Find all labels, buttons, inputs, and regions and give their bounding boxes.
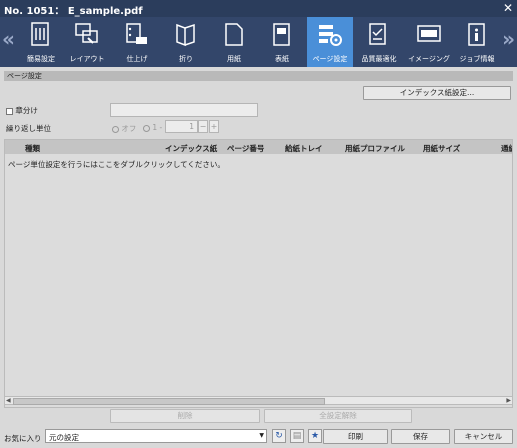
cancel-button[interactable]: キャンセル <box>454 429 513 444</box>
print-button[interactable]: 印刷 <box>323 429 388 444</box>
cover-icon <box>273 23 290 46</box>
scroll-left-arrow-icon[interactable]: ◀ <box>6 397 11 404</box>
radio-off-icon[interactable] <box>112 125 119 133</box>
chapter-checkbox[interactable] <box>6 107 13 115</box>
tab-label: 折り <box>179 55 193 63</box>
column-page-number[interactable]: ページ番号 <box>227 143 264 154</box>
chapter-label: 章分け <box>15 106 38 115</box>
scroll-right-arrow-icon[interactable]: ▶ <box>506 397 511 404</box>
repeat-unit-stepper[interactable]: 1 <box>165 120 198 133</box>
save-favorite-icon[interactable]: ▤ <box>290 429 304 443</box>
table-header: 種類 インデックス紙 ページ番号 給紙トレイ 用紙プロファイル 用紙サイズ 通紙 <box>5 140 512 154</box>
tab-label: ページ設定 <box>312 55 348 63</box>
repeat-radio-one[interactable]: 1 - <box>143 123 162 132</box>
delete-button[interactable]: 削除 <box>110 409 260 423</box>
layout-icon <box>75 23 98 44</box>
scroll-right-icon[interactable]: » <box>502 27 515 51</box>
toolbar: « 簡易設定 レイアウト 仕上げ 折り 用紙 表紙 ページ設定 品質最適化 イメ… <box>0 17 517 67</box>
table-hint: ページ単位設定を行うにはここをダブルクリックしてください。 <box>8 160 225 169</box>
horizontal-scrollbar[interactable]: ◀ ▶ <box>4 396 513 405</box>
radio-off-label: オフ <box>121 124 137 133</box>
scrollbar-thumb[interactable] <box>13 398 325 405</box>
column-paper-profile[interactable]: 用紙プロファイル <box>345 143 405 154</box>
column-index-paper[interactable]: インデックス紙 <box>165 143 217 154</box>
finishing-icon <box>126 23 147 44</box>
save-button[interactable]: 保存 <box>391 429 450 444</box>
fold-icon <box>176 23 195 47</box>
chapter-checkbox-row[interactable]: 章分け <box>6 105 38 116</box>
tab-paper[interactable]: 用紙 <box>211 17 257 67</box>
tab-layout[interactable]: レイアウト <box>64 17 110 67</box>
tab-label: ジョブ情報 <box>459 55 495 63</box>
tab-label: 用紙 <box>227 55 241 63</box>
quality-icon <box>369 23 386 45</box>
chevron-down-icon[interactable]: ▼ <box>259 432 264 439</box>
tab-label: 簡易設定 <box>27 55 55 63</box>
job-info-icon <box>468 23 485 46</box>
paper-icon <box>225 23 243 46</box>
refresh-icon[interactable]: ↻ <box>272 429 286 443</box>
window-title: No. 1051： E_sample.pdf <box>4 6 143 17</box>
section-title: ページ設定 <box>4 71 513 81</box>
tab-imaging[interactable]: イメージング <box>406 17 452 67</box>
scroll-left-icon[interactable]: « <box>2 27 15 51</box>
column-paper-tray[interactable]: 給紙トレイ <box>285 143 323 154</box>
tab-label: 品質最適化 <box>361 55 397 63</box>
quick-settings-icon <box>31 22 49 46</box>
chapter-input[interactable] <box>110 103 258 117</box>
tab-quality[interactable]: 品質最適化 <box>356 17 402 67</box>
tab-label: レイアウト <box>69 55 105 63</box>
favorite-star-icon[interactable]: ★ <box>308 429 322 443</box>
radio-one-icon[interactable] <box>143 124 150 132</box>
tab-job-info[interactable]: ジョブ情報 <box>454 17 500 67</box>
tab-label: 仕上げ <box>126 55 148 63</box>
radio-one-label: 1 - <box>152 123 163 132</box>
imaging-icon <box>417 25 441 42</box>
tab-label: イメージング <box>408 55 450 63</box>
stepper-plus-button[interactable]: + <box>209 120 219 133</box>
tab-fold[interactable]: 折り <box>163 17 209 67</box>
favorites-label: お気に入り <box>4 434 42 443</box>
stepper-minus-button[interactable]: − <box>198 120 208 133</box>
column-feed[interactable]: 通紙 <box>501 143 512 154</box>
page-setting-icon <box>319 25 342 46</box>
tab-cover[interactable]: 表紙 <box>259 17 305 67</box>
repeat-radio-off[interactable]: オフ <box>112 123 136 134</box>
favorites-select[interactable]: 元の設定 ▼ <box>45 429 267 443</box>
column-type[interactable]: 種類 <box>25 143 40 154</box>
tab-label: 表紙 <box>275 55 289 63</box>
tab-page-setting[interactable]: ページ設定 <box>307 17 353 67</box>
delete-all-button[interactable]: 全設定解除 <box>264 409 412 423</box>
repeat-unit-label: 繰り返し単位 <box>6 124 51 133</box>
close-icon[interactable]: ✕ <box>503 1 513 15</box>
favorites-value: 元の設定 <box>49 433 79 442</box>
tab-finishing[interactable]: 仕上げ <box>114 17 160 67</box>
column-paper-size[interactable]: 用紙サイズ <box>423 143 460 154</box>
index-paper-settings-button[interactable]: インデックス紙設定... <box>363 86 511 100</box>
page-settings-table[interactable]: 種類 インデックス紙 ページ番号 給紙トレイ 用紙プロファイル 用紙サイズ 通紙… <box>4 139 513 408</box>
title-bar: No. 1051： E_sample.pdf ✕ <box>0 0 517 17</box>
tab-quick-settings[interactable]: 簡易設定 <box>18 17 64 67</box>
